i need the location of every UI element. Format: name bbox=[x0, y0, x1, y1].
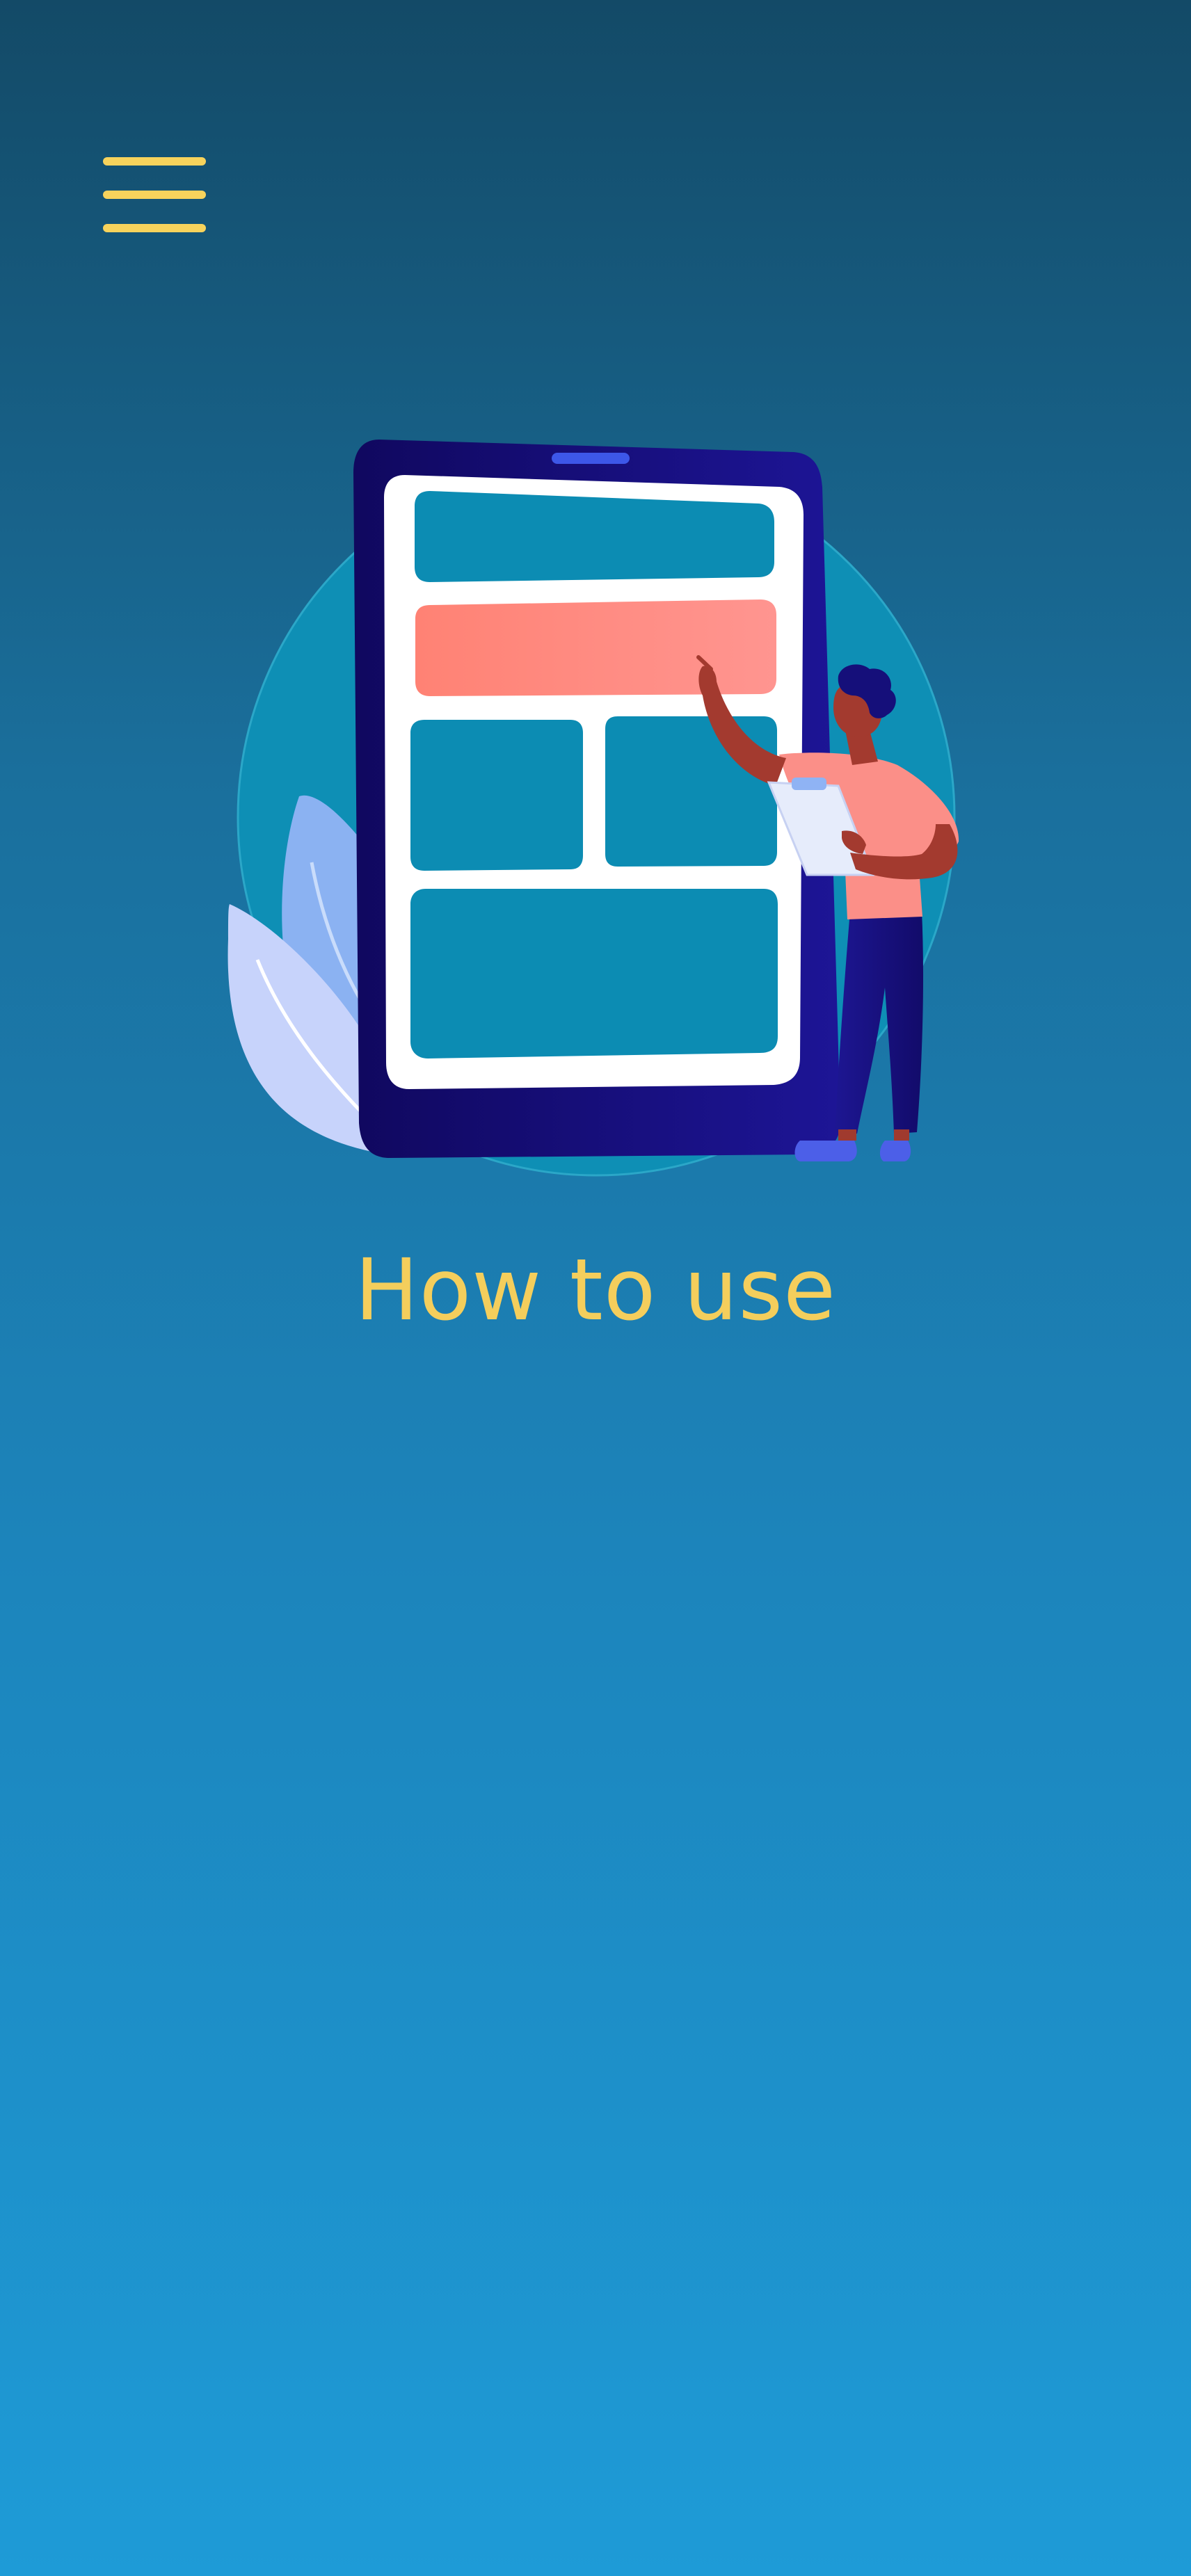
screen-card-4 bbox=[410, 889, 778, 1058]
screen-card-2 bbox=[410, 720, 583, 871]
person-pointing-at-phone-illustration bbox=[227, 440, 959, 1177]
page-title: How to use bbox=[354, 1241, 837, 1339]
screen-card-highlight bbox=[415, 599, 776, 696]
screen-card-3 bbox=[605, 716, 777, 867]
phone-speaker bbox=[552, 453, 630, 464]
screen-card-1 bbox=[415, 491, 774, 582]
